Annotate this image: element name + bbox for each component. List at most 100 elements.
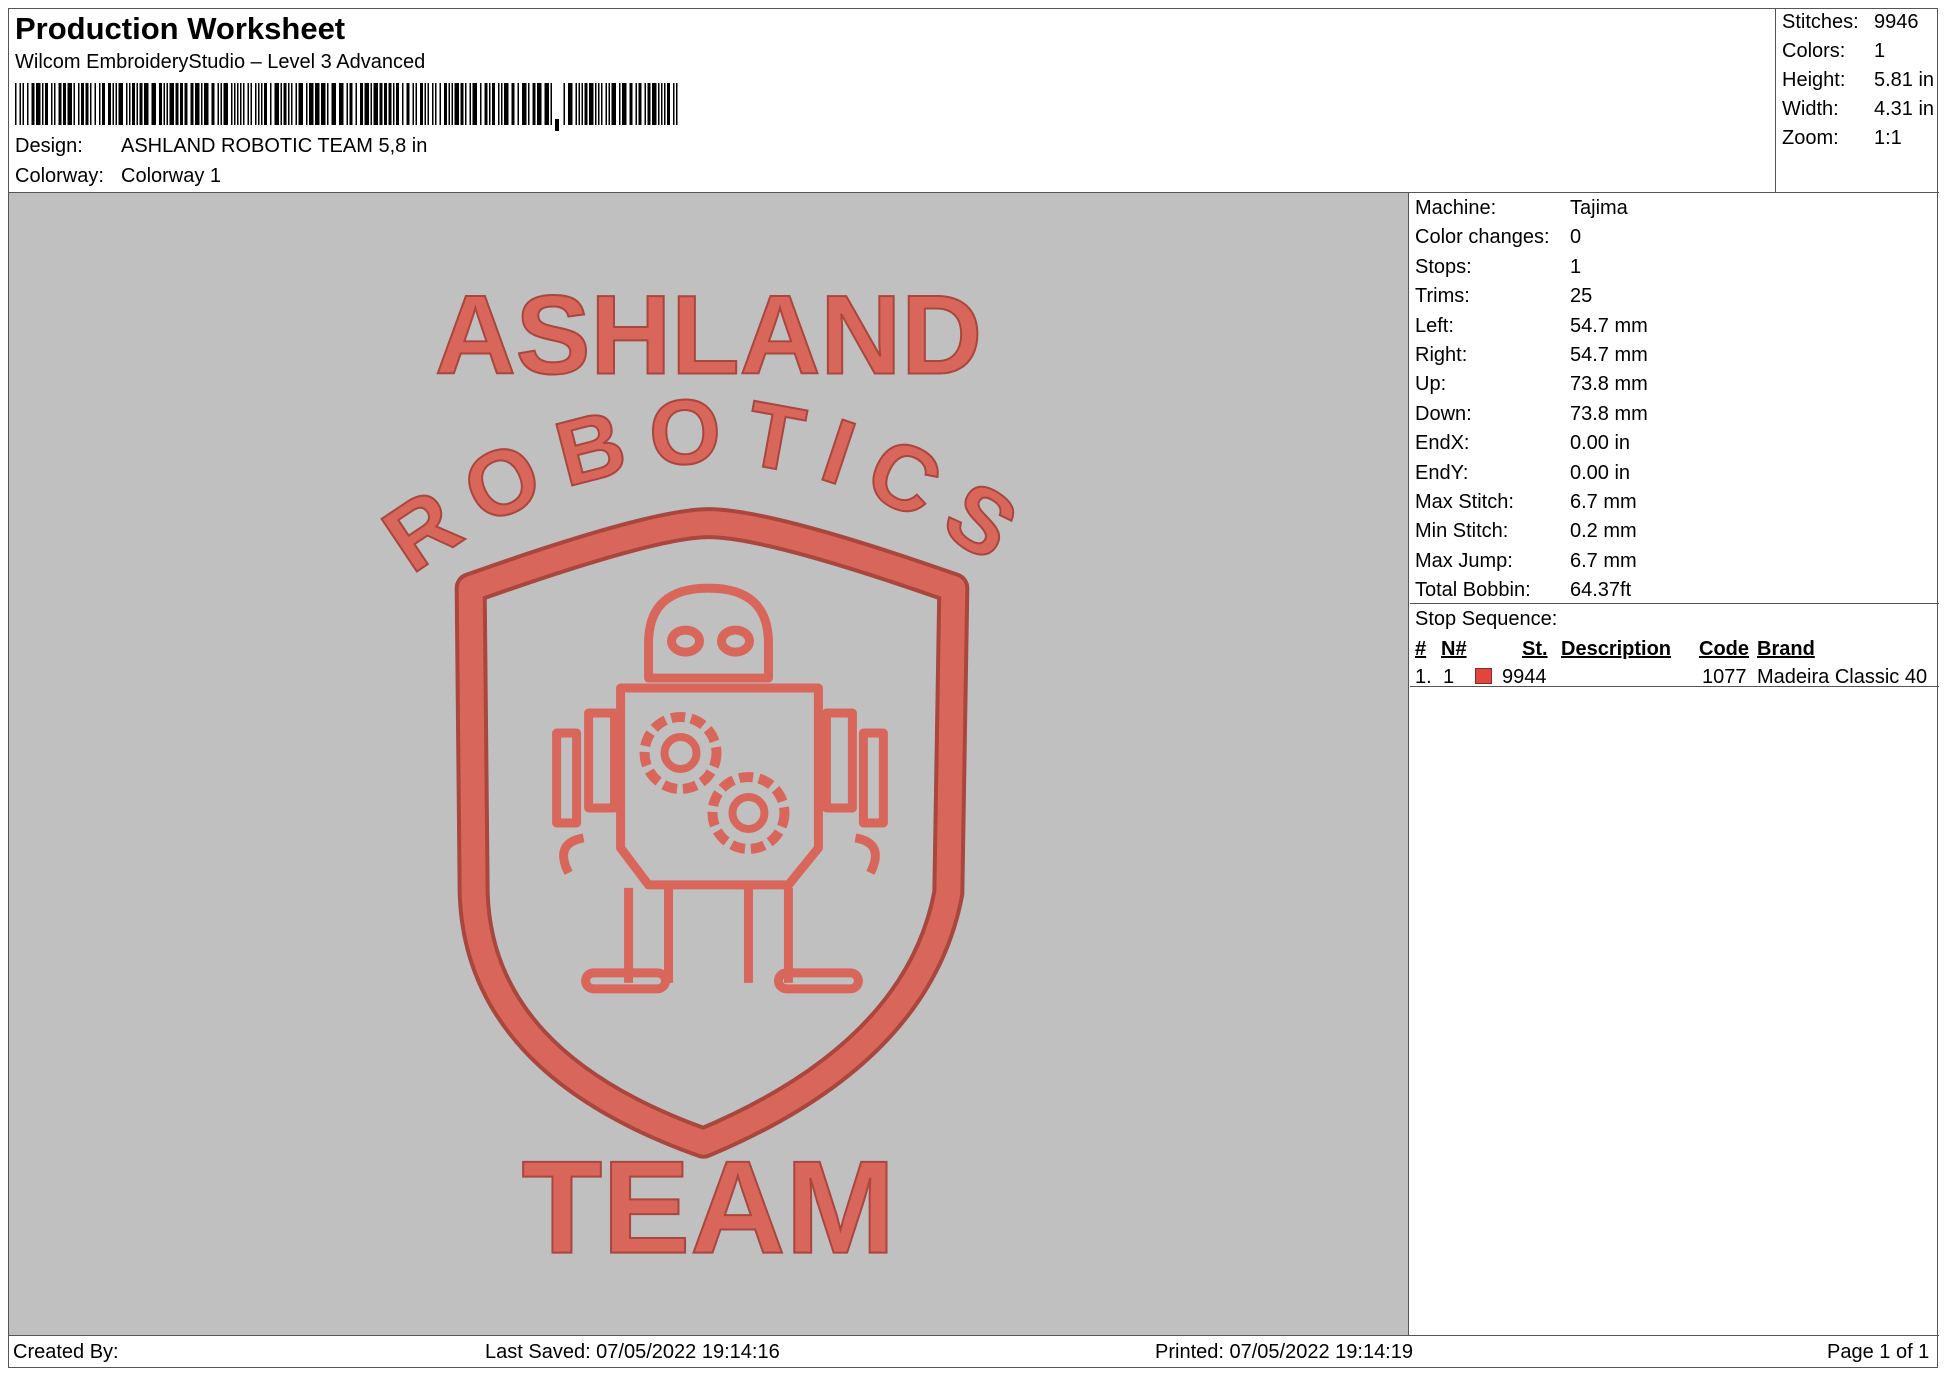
barcode-bar [664, 83, 666, 125]
barcode-bar [589, 83, 594, 125]
barcode-bar [243, 83, 245, 125]
barcode-bar [511, 83, 515, 125]
barcode-bar [420, 83, 423, 125]
barcode-bar [309, 83, 314, 125]
barcode-bar [240, 83, 242, 125]
barcode-bar [498, 83, 500, 125]
barcode-bar [550, 83, 552, 125]
barcode-bar [15, 83, 17, 125]
barcode-bar [36, 83, 41, 125]
design-text-bottom: TEAM [522, 1134, 896, 1281]
row-stitches: 9944 [1502, 666, 1547, 688]
worksheet-footer: Created By: Last Saved: 07/05/2022 19:14… [9, 1335, 1939, 1369]
col-brand: Brand [1757, 638, 1815, 660]
machine-info-label: Stops: [1415, 255, 1472, 278]
page-title: Production Worksheet [15, 11, 346, 46]
barcode-bar [605, 83, 607, 125]
design-label: Design: [15, 135, 83, 157]
stat-label: Stitches: [1782, 11, 1859, 33]
barcode-bar [42, 83, 44, 125]
machine-info-row: Max Jump: 6.7 mm [1415, 550, 1939, 579]
barcode-bar [45, 83, 48, 125]
barcode-bar [306, 83, 308, 125]
barcode-bar [54, 83, 56, 125]
stat-row: Height: 5.81 in [1782, 69, 1939, 98]
barcode-bar [396, 83, 399, 125]
barcode-bar [544, 83, 549, 125]
barcode-bar [432, 83, 434, 125]
barcode-bar [647, 83, 651, 125]
machine-info-label: Max Jump: [1415, 549, 1513, 572]
machine-info-label: Up: [1415, 373, 1447, 396]
info-panel: Machine: Tajima Color changes: 0 Stops: 1 Trim… [1410, 193, 1939, 1335]
barcode-bar [355, 83, 357, 125]
barcode-bar [136, 83, 138, 125]
machine-info-label: Min Stitch: [1415, 520, 1509, 543]
barcode-bar [388, 83, 392, 125]
barcode-separator [555, 119, 559, 131]
barcode-bar [595, 83, 597, 125]
barcode-bar [379, 83, 383, 125]
barcode-bar [528, 83, 530, 125]
stat-value: 9946 [1874, 11, 1919, 33]
production-worksheet: Production Worksheet Wilcom EmbroiderySt… [8, 8, 1939, 1369]
barcode-bar [247, 83, 249, 125]
machine-info-row: Min Stitch: 0.2 mm [1415, 520, 1939, 549]
machine-info-row: Left: 54.7 mm [1415, 315, 1939, 344]
barcode-bar [118, 83, 123, 125]
created-by: Created By: [13, 1341, 119, 1363]
barcode-bar [444, 83, 447, 125]
barcode-bar [19, 83, 21, 125]
barcode-bar [184, 83, 188, 125]
barcode-bar [264, 83, 267, 125]
barcode-bar [315, 83, 320, 125]
machine-info-row: Up: 73.8 mm [1415, 373, 1939, 402]
barcode-bar [237, 83, 239, 125]
barcode-bar [217, 83, 219, 125]
barcode-bar [331, 83, 336, 125]
barcode-bar [364, 83, 369, 125]
col-needle: N# [1441, 638, 1467, 660]
machine-info-row: EndY: 0.00 in [1415, 462, 1939, 491]
barcode-bar [489, 83, 491, 125]
design-text-top: ASHLAND [435, 272, 982, 397]
barcode-bar [108, 83, 111, 125]
machine-info-value: Tajima [1570, 197, 1628, 219]
barcode-bar [283, 83, 287, 125]
barcode-bar [537, 83, 542, 125]
barcode-bar [601, 83, 603, 125]
barcode-bar [439, 83, 441, 125]
machine-info-label: Color changes: [1415, 226, 1550, 249]
barcode-bar [204, 83, 209, 125]
design-preview: ASHLAND ROBOTICS TEAM [9, 193, 1409, 1335]
col-num: # [1415, 638, 1427, 660]
barcode-bar [578, 83, 580, 125]
barcode-bar [295, 83, 297, 125]
barcode-bar [501, 83, 503, 125]
barcode-bar [522, 83, 527, 125]
barcode-bar [180, 83, 183, 125]
barcode-bar [658, 83, 660, 125]
barcode-bar [469, 83, 471, 125]
barcode-bar [102, 83, 105, 125]
machine-info-label: EndX: [1415, 432, 1470, 455]
stop-sequence-label: Stop Sequence: [1415, 608, 1558, 630]
machine-info-row: Right: 54.7 mm [1415, 344, 1939, 373]
machine-info-value: 54.7 mm [1570, 343, 1648, 366]
barcode-bar [427, 83, 429, 125]
page-number: Page 1 of 1 [1827, 1341, 1930, 1363]
barcode-bar [346, 83, 348, 125]
barcode-bar [504, 83, 509, 125]
barcode-bar [384, 83, 387, 125]
stat-value: 5.81 in [1874, 69, 1935, 91]
barcode-bar [81, 83, 84, 125]
machine-info-row: Max Stitch: 6.7 mm [1415, 491, 1939, 520]
machine-info-value: 6.7 mm [1570, 549, 1637, 572]
row-code: 1077 [1702, 666, 1747, 688]
barcode-bar [349, 83, 353, 125]
barcode-bar [258, 83, 260, 125]
barcode-bar [424, 83, 426, 125]
barcode-bar [151, 83, 156, 125]
stat-row: Colors: 1 [1782, 40, 1939, 69]
barcode-bar [126, 83, 128, 125]
